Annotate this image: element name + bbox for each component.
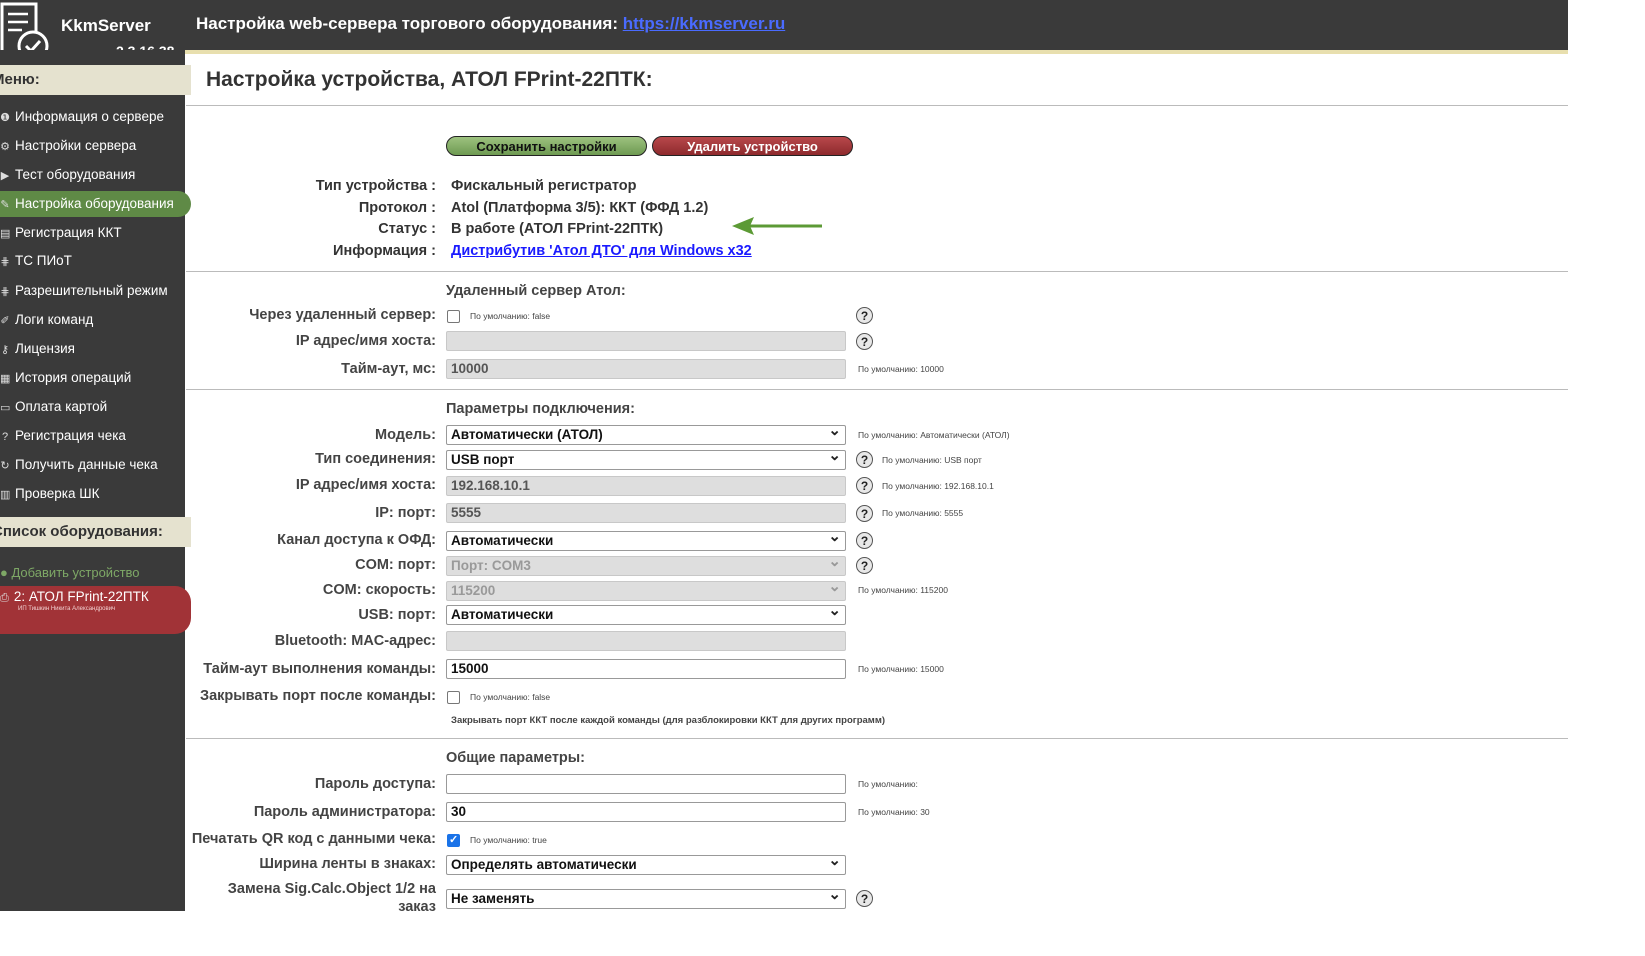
admin-password-hint: По умолчанию: 30	[858, 807, 930, 817]
sidebar-item-permissive-mode[interactable]: ⋕ Разрешительный режим	[0, 278, 185, 304]
ofd-channel-select[interactable]: Автоматически	[446, 528, 846, 551]
ofd-channel-label: Канал доступа к ОФД:	[277, 532, 436, 548]
device-type-label: Тип устройства :	[315, 178, 436, 194]
com-speed-hint: По умолчанию: 115200	[858, 585, 948, 595]
ip-host-label: IP адрес/имя хоста:	[295, 477, 436, 493]
divider	[186, 105, 1568, 106]
access-password-hint: По умолчанию:	[858, 779, 918, 789]
information-label: Информация :	[333, 243, 436, 259]
distributive-link[interactable]: Дистрибутив 'Атол ДТО' для Windows x32	[451, 243, 752, 259]
command-timeout-hint: По умолчанию: 15000	[858, 664, 944, 674]
connection-params-title: Параметры подключения:	[446, 401, 635, 417]
ip-port-input[interactable]: 5555	[446, 503, 846, 523]
close-port-description: Закрывать порт ККТ после каждой команды …	[451, 715, 886, 726]
gears-icon: ⚙	[0, 141, 10, 153]
ip-port-label: IP: порт:	[375, 505, 436, 521]
card-icon: ▭	[0, 402, 11, 414]
com-port-label: COM: порт:	[355, 557, 436, 573]
remote-host-label: IP адрес/имя хоста:	[295, 333, 436, 349]
remote-timeout-label: Тайм-аут, мс:	[341, 361, 436, 377]
sidebar-item-server-settings[interactable]: ⚙ Настройки сервера	[0, 133, 185, 159]
print-qr-checkbox[interactable]	[447, 833, 460, 847]
status-value: В работе (АТОЛ FPrint-22ПТК)	[451, 221, 664, 237]
protocol-value: Atol (Платформа 3/5): ККТ (ФФД 1.2)	[451, 200, 709, 216]
save-settings-button[interactable]: Сохранить настройки	[446, 136, 647, 156]
help-icon[interactable]: ?	[856, 451, 873, 468]
divider	[186, 738, 1568, 739]
remote-host-input[interactable]	[446, 331, 846, 351]
remote-server-title: Удаленный сервер Атол:	[446, 283, 626, 299]
help-icon[interactable]: ?	[856, 532, 873, 549]
protocol-label: Протокол :	[358, 200, 436, 216]
info-icon: ❶	[0, 112, 10, 124]
sig-calc-label-2: заказ	[398, 899, 436, 915]
kkmserver-link[interactable]: https://kkmserver.ru	[623, 14, 786, 33]
remote-timeout-hint: По умолчанию: 10000	[858, 364, 944, 374]
admin-password-input[interactable]: 30	[446, 802, 846, 822]
tape-width-label: Ширина ленты в знаках:	[259, 856, 436, 872]
model-select[interactable]: Автоматически (АТОЛ)	[446, 422, 846, 445]
sig-calc-label: Замена Sig.Calc.Object 1/2 на	[227, 881, 436, 897]
app-name: KkmServer	[61, 16, 151, 35]
model-label: Модель:	[375, 427, 436, 443]
bluetooth-mac-input[interactable]	[446, 631, 846, 651]
model-hint: По умолчанию: Автоматически (АТОЛ)	[858, 430, 1010, 440]
print-qr-hint: По умолчанию: true	[470, 835, 547, 845]
via-remote-label: Через удаленный сервер:	[249, 307, 436, 323]
usb-port-label: USB: порт:	[358, 607, 436, 623]
connection-type-hint: По умолчанию: USB порт	[882, 455, 982, 465]
via-remote-checkbox[interactable]	[447, 310, 460, 323]
page-title: Настройка устройства, АТОЛ FPrint-22ПТК:	[206, 68, 653, 91]
tape-width-select[interactable]: Определять автоматически	[446, 852, 846, 875]
close-port-checkbox[interactable]	[447, 691, 460, 704]
access-password-input[interactable]	[446, 774, 846, 794]
close-port-hint: По умолчанию: false	[470, 692, 551, 702]
sig-calc-select[interactable]: Не заменять	[446, 886, 846, 909]
admin-password-label: Пароль администратора:	[253, 804, 436, 820]
green-arrow-icon	[732, 217, 822, 235]
remote-timeout-input[interactable]: 10000	[446, 359, 846, 379]
help-icon[interactable]: ?	[856, 890, 873, 907]
header-title: Настройка web-сервера торгового оборудов…	[196, 14, 786, 33]
ip-port-hint: По умолчанию: 5555	[882, 508, 964, 518]
print-qr-label: Печатать QR код с данными чека:	[191, 831, 436, 847]
help-icon[interactable]: ?	[856, 307, 873, 324]
help-icon[interactable]: ?	[856, 557, 873, 574]
general-params-title: Общие параметры:	[446, 750, 585, 766]
close-port-label: Закрывать порт после команды:	[200, 688, 436, 704]
com-speed-label: COM: скорость:	[322, 582, 436, 598]
device-type-value: Фискальный регистратор	[451, 178, 637, 194]
via-remote-hint: По умолчанию: false	[470, 311, 551, 321]
delete-device-button[interactable]: Удалить устройство	[652, 136, 853, 156]
help-icon[interactable]: ?	[856, 333, 873, 350]
com-speed-select[interactable]: 115200	[446, 578, 846, 601]
connection-type-label: Тип соединения:	[315, 451, 436, 467]
sidebar-item-card-payment[interactable]: ▭ Оплата картой	[0, 394, 185, 420]
access-password-label: Пароль доступа:	[314, 776, 436, 792]
ip-host-hint: По умолчанию: 192.168.10.1	[882, 481, 994, 491]
divider	[186, 271, 1568, 272]
connection-type-select[interactable]: USB порт	[446, 447, 846, 470]
menu-heading: Меню:	[0, 65, 191, 95]
help-icon[interactable]: ?	[856, 505, 873, 522]
bluetooth-mac-label: Bluetooth: MAC-адрес:	[274, 633, 436, 649]
usb-port-select[interactable]: Автоматически	[446, 602, 846, 625]
network-icon: ⋕	[0, 286, 10, 298]
sidebar-item-server-info[interactable]: ❶ Информация о сервере	[0, 104, 185, 130]
help-icon[interactable]: ?	[856, 477, 873, 494]
divider	[186, 389, 1568, 390]
status-label: Статус :	[378, 221, 436, 237]
ip-host-input[interactable]: 192.168.10.1	[446, 476, 846, 496]
command-timeout-label: Тайм-аут выполнения команды:	[203, 661, 436, 677]
header-stripe	[185, 50, 1568, 54]
command-timeout-input[interactable]: 15000	[446, 659, 846, 679]
com-port-select[interactable]: Порт: COM3	[446, 553, 846, 576]
